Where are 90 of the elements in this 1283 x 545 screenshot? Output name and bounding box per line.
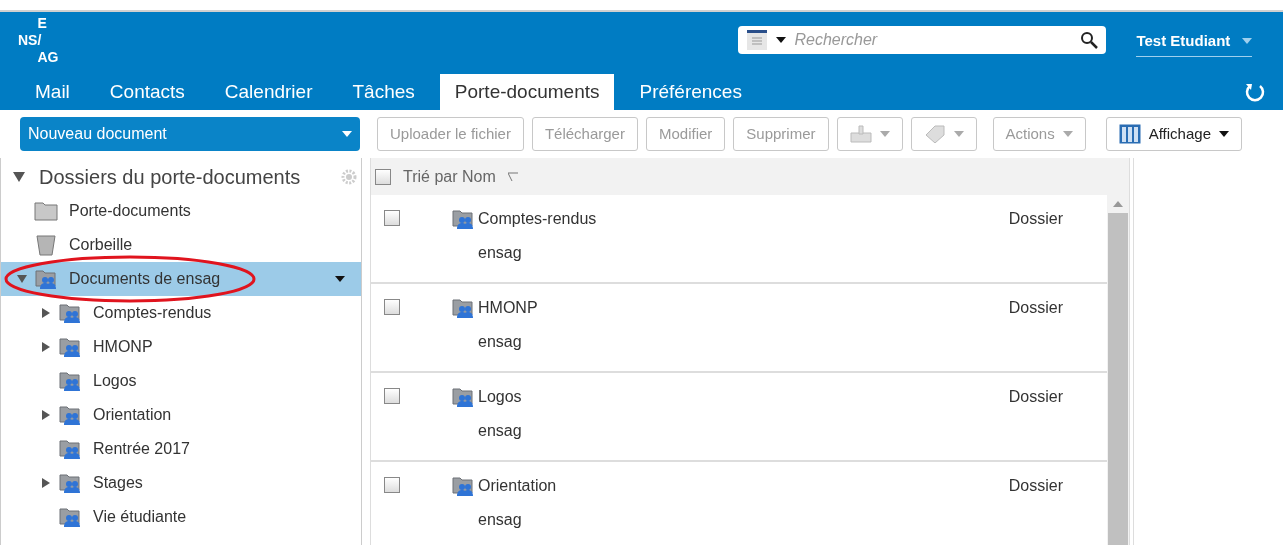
tray-icon	[849, 125, 872, 143]
nav-tab[interactable]: Porte-documents	[439, 74, 615, 110]
shared-folder-icon	[452, 208, 474, 230]
caret-icon	[1219, 131, 1229, 137]
collapsed-arrow-icon[interactable]	[41, 410, 51, 420]
folder-icon	[34, 201, 58, 221]
tag-icon	[923, 125, 946, 143]
tree-label: Vie étudiante	[93, 507, 187, 527]
notes-icon	[746, 29, 769, 51]
tree-item[interactable]: HMONP	[1, 330, 361, 364]
tree-item[interactable]: Orientation	[1, 398, 361, 432]
list-row[interactable]: Comptes-rendus Dossier ensag	[371, 195, 1107, 284]
shared-folder-icon	[59, 506, 81, 528]
collapsed-arrow-icon[interactable]	[41, 478, 51, 488]
caret-icon	[953, 131, 964, 137]
shared-folder-icon	[59, 472, 81, 494]
tree-item[interactable]: Corbeille	[1, 228, 361, 262]
item-owner: ensag	[478, 332, 523, 352]
item-type: Dossier	[1008, 209, 1063, 229]
sort-icon[interactable]	[507, 171, 518, 182]
list-row[interactable]: HMONP Dossier ensag	[371, 284, 1107, 373]
caret-icon	[1062, 131, 1073, 137]
tree-label: Documents de ensag	[69, 269, 221, 289]
tree-item[interactable]: Comptes-rendus	[1, 296, 361, 330]
trash-icon	[36, 234, 56, 256]
shared-folder-icon	[452, 475, 474, 497]
search-input[interactable]: Rechercher	[794, 28, 1073, 52]
tree-label: HMONP	[93, 337, 153, 357]
item-type: Dossier	[1008, 476, 1063, 496]
nav-tab[interactable]: Contacts	[94, 74, 200, 110]
nav-tab[interactable]: Préférences	[624, 74, 757, 110]
tree-label: Porte-documents	[69, 201, 191, 221]
caret-icon	[342, 131, 352, 137]
tree-label: Logos	[93, 371, 137, 391]
dropdown-caret-icon	[335, 276, 345, 282]
expanded-arrow-icon[interactable]	[13, 172, 25, 182]
item-type: Dossier	[1008, 298, 1063, 318]
search-icon[interactable]	[1080, 31, 1099, 49]
checkbox[interactable]	[384, 477, 400, 493]
item-owner: ensag	[478, 510, 523, 530]
nav-tab[interactable]: Calendrier	[209, 74, 328, 110]
shared-folder-icon	[59, 336, 81, 358]
shared-folder-icon	[35, 268, 57, 290]
scroll-up-icon[interactable]	[1113, 201, 1123, 207]
nav-tab[interactable]: Tâches	[337, 74, 430, 110]
caret-icon	[879, 131, 890, 137]
shared-folder-icon	[59, 302, 81, 324]
view-menu-button[interactable]: Affichage	[1105, 117, 1242, 151]
caret-icon	[1242, 38, 1253, 45]
search-field[interactable]: Rechercher	[738, 26, 1107, 54]
sidebar-title: Dossiers du porte-documents	[39, 165, 301, 190]
item-name: Comptes-rendus	[478, 209, 597, 229]
item-owner: ensag	[478, 421, 523, 441]
tree-label: Orientation	[93, 405, 172, 425]
shared-folder-icon	[59, 438, 81, 460]
nav-tab[interactable]: Mail	[20, 74, 85, 110]
checkbox[interactable]	[384, 210, 400, 226]
tree-label: Stages	[93, 473, 143, 493]
tree-label: Corbeille	[69, 235, 133, 255]
sort-label[interactable]: Trié par Nom	[403, 164, 496, 189]
item-name: HMONP	[478, 298, 538, 318]
item-type: Dossier	[1008, 387, 1063, 407]
collapsed-arrow-icon[interactable]	[41, 308, 51, 318]
expanded-arrow-icon[interactable]	[17, 274, 27, 284]
collapsed-arrow-icon[interactable]	[41, 342, 51, 352]
shared-folder-icon	[452, 297, 474, 319]
item-name: Logos	[478, 387, 522, 407]
refresh-icon[interactable]	[1243, 81, 1265, 103]
checkbox[interactable]	[384, 299, 400, 315]
shared-folder-icon	[59, 370, 81, 392]
item-name: Orientation	[478, 476, 557, 496]
new-document-button[interactable]: Nouveau document	[20, 117, 360, 151]
tree-item[interactable]: Logos	[1, 364, 361, 398]
checkbox[interactable]	[384, 388, 400, 404]
shared-folder-icon	[452, 386, 474, 408]
tree-item[interactable]: Rentrée 2017	[1, 432, 361, 466]
tree-label: Rentrée 2017	[93, 439, 190, 459]
checkbox[interactable]	[375, 168, 391, 185]
logo: E NS/ AG	[18, 15, 59, 66]
tree-item[interactable]: Vie étudiante	[1, 500, 361, 534]
tree-item[interactable]: Documents de ensag	[1, 262, 361, 296]
tree-item[interactable]: Porte-documents	[1, 194, 361, 228]
list-row[interactable]: Logos Dossier ensag	[371, 373, 1107, 462]
caret-icon	[776, 37, 787, 43]
tree-label: Comptes-rendus	[93, 303, 212, 323]
columns-icon	[1118, 124, 1141, 144]
user-menu-button[interactable]: Test Etudiant	[1136, 30, 1253, 57]
shared-folder-icon	[59, 404, 81, 426]
tree-item[interactable]: Stages	[1, 466, 361, 500]
item-owner: ensag	[478, 243, 523, 263]
